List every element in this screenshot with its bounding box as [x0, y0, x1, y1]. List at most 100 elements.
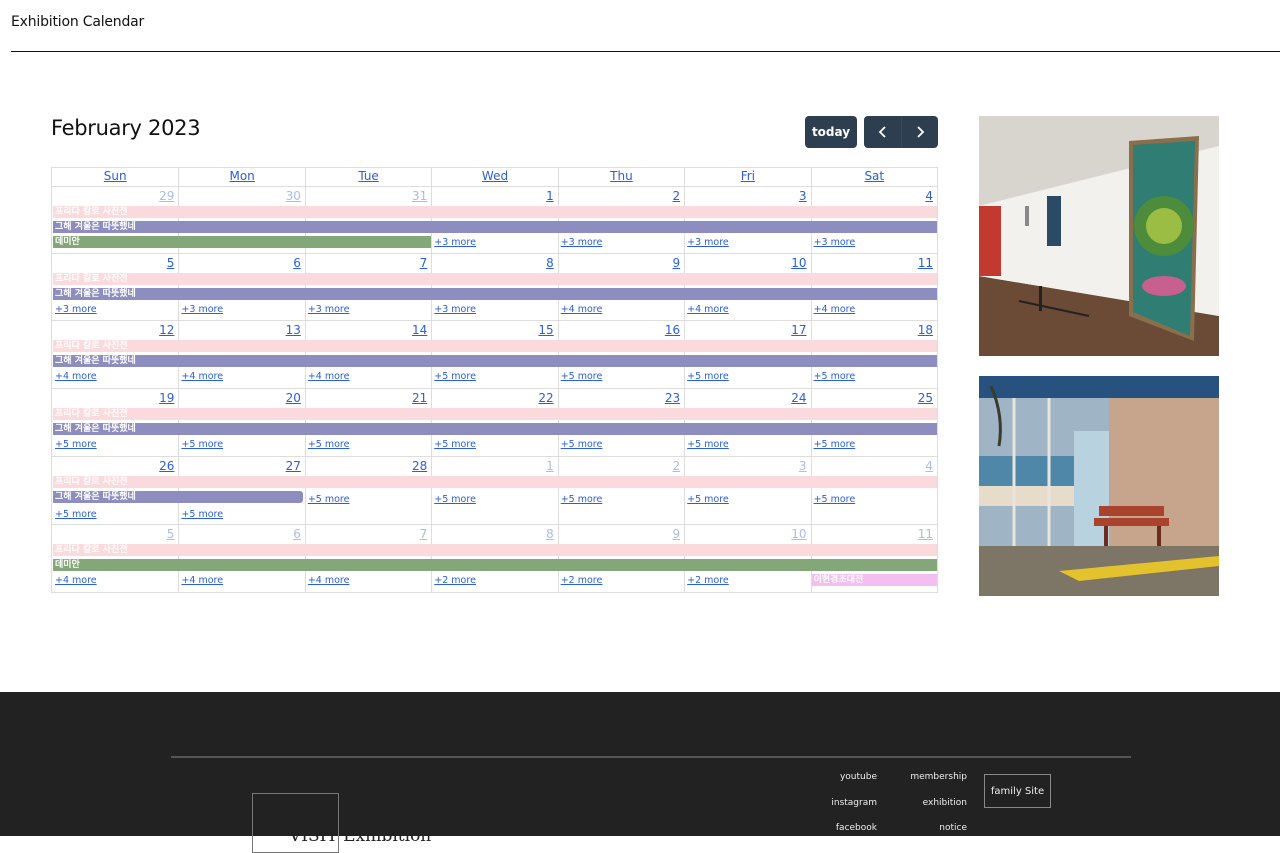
- calendar-event[interactable]: 그해 겨울은 따뜻했네: [53, 355, 937, 367]
- day-number-link[interactable]: 1: [546, 189, 554, 203]
- day-number-link[interactable]: 31: [412, 189, 427, 203]
- day-number-link[interactable]: 23: [665, 391, 680, 405]
- more-events-link[interactable]: +3 more: [561, 237, 603, 249]
- day-number-link[interactable]: 4: [925, 459, 933, 473]
- more-events-link[interactable]: +4 more: [55, 575, 97, 587]
- day-number-link[interactable]: 25: [918, 391, 933, 405]
- footer-link-membership[interactable]: membership: [905, 772, 967, 782]
- calendar-event[interactable]: 프리다 칼로 사진전: [53, 408, 937, 420]
- footer-link-youtube[interactable]: youtube: [830, 772, 877, 782]
- more-events-link[interactable]: +3 more: [814, 237, 856, 249]
- more-events-link[interactable]: +5 more: [434, 371, 476, 383]
- day-number-link[interactable]: 5: [167, 256, 175, 270]
- day-number-link[interactable]: 4: [925, 189, 933, 203]
- calendar-event[interactable]: 그해 겨울은 따뜻했네: [53, 288, 937, 300]
- weekday-link[interactable]: Thu: [610, 169, 633, 183]
- day-number-link[interactable]: 7: [420, 256, 428, 270]
- more-events-link[interactable]: +5 more: [434, 439, 476, 451]
- calendar-event[interactable]: 데미안: [53, 236, 432, 248]
- more-events-link[interactable]: +4 more: [181, 575, 223, 587]
- more-events-link[interactable]: +4 more: [308, 575, 350, 587]
- more-events-link[interactable]: +3 more: [434, 304, 476, 316]
- more-events-link[interactable]: +5 more: [687, 439, 729, 451]
- more-events-link[interactable]: +5 more: [561, 494, 603, 506]
- weekday-link[interactable]: Sun: [104, 169, 127, 183]
- more-events-link[interactable]: +5 more: [181, 509, 223, 521]
- day-number-link[interactable]: 28: [412, 459, 427, 473]
- day-number-link[interactable]: 21: [412, 391, 427, 405]
- day-number-link[interactable]: 24: [791, 391, 806, 405]
- more-events-link[interactable]: +5 more: [308, 494, 350, 506]
- prev-month-button[interactable]: [864, 116, 901, 148]
- more-events-link[interactable]: +4 more: [561, 304, 603, 316]
- day-number-link[interactable]: 18: [918, 323, 933, 337]
- day-number-link[interactable]: 8: [546, 527, 554, 541]
- footer-link-notice[interactable]: notice: [905, 823, 967, 833]
- more-events-link[interactable]: +4 more: [308, 371, 350, 383]
- day-number-link[interactable]: 5: [167, 527, 175, 541]
- calendar-event[interactable]: 데미안: [53, 559, 937, 571]
- calendar-event[interactable]: 그해 겨울은 따뜻했네: [53, 221, 937, 233]
- day-number-link[interactable]: 29: [159, 189, 174, 203]
- more-events-link[interactable]: +2 more: [434, 575, 476, 587]
- calendar-event[interactable]: 프리다 칼로 사진전: [53, 340, 937, 352]
- day-number-link[interactable]: 11: [918, 256, 933, 270]
- more-events-link[interactable]: +5 more: [561, 371, 603, 383]
- day-number-link[interactable]: 10: [791, 527, 806, 541]
- more-events-link[interactable]: +4 more: [814, 304, 856, 316]
- day-number-link[interactable]: 20: [286, 391, 301, 405]
- more-events-link[interactable]: +5 more: [308, 439, 350, 451]
- more-events-link[interactable]: +5 more: [687, 371, 729, 383]
- more-events-link[interactable]: +5 more: [814, 439, 856, 451]
- weekday-link[interactable]: Mon: [229, 169, 254, 183]
- more-events-link[interactable]: +2 more: [687, 575, 729, 587]
- footer-link-instagram[interactable]: instagram: [820, 798, 877, 808]
- more-events-link[interactable]: +5 more: [561, 439, 603, 451]
- more-events-link[interactable]: +4 more: [181, 371, 223, 383]
- calendar-event[interactable]: 프리다 칼로 사진전: [53, 206, 937, 218]
- more-events-link[interactable]: +5 more: [55, 509, 97, 521]
- day-number-link[interactable]: 14: [412, 323, 427, 337]
- calendar-event[interactable]: 그해 겨울은 따뜻했네: [53, 423, 937, 435]
- calendar-event[interactable]: 프리다 칼로 사진전: [53, 273, 937, 285]
- day-number-link[interactable]: 13: [286, 323, 301, 337]
- footer-link-facebook[interactable]: facebook: [820, 823, 877, 833]
- day-number-link[interactable]: 2: [673, 459, 681, 473]
- weekday-link[interactable]: Wed: [482, 169, 508, 183]
- day-number-link[interactable]: 3: [799, 459, 807, 473]
- more-events-link[interactable]: +3 more: [55, 304, 97, 316]
- day-number-link[interactable]: 11: [918, 527, 933, 541]
- weekday-link[interactable]: Fri: [741, 169, 755, 183]
- day-number-link[interactable]: 6: [293, 527, 301, 541]
- day-number-link[interactable]: 22: [538, 391, 553, 405]
- calendar-event[interactable]: 이현경초대전: [811, 574, 937, 586]
- day-number-link[interactable]: 17: [791, 323, 806, 337]
- more-events-link[interactable]: +5 more: [181, 439, 223, 451]
- day-number-link[interactable]: 15: [538, 323, 553, 337]
- day-number-link[interactable]: 8: [546, 256, 554, 270]
- family-site-button[interactable]: family Site: [984, 774, 1051, 808]
- more-events-link[interactable]: +2 more: [561, 575, 603, 587]
- day-number-link[interactable]: 26: [159, 459, 174, 473]
- calendar-event[interactable]: 그해 겨울은 따뜻했네: [53, 491, 303, 503]
- day-number-link[interactable]: 1: [546, 459, 554, 473]
- more-events-link[interactable]: +3 more: [308, 304, 350, 316]
- more-events-link[interactable]: +5 more: [687, 494, 729, 506]
- more-events-link[interactable]: +4 more: [55, 371, 97, 383]
- day-number-link[interactable]: 7: [420, 527, 428, 541]
- more-events-link[interactable]: +3 more: [181, 304, 223, 316]
- more-events-link[interactable]: +5 more: [814, 371, 856, 383]
- more-events-link[interactable]: +5 more: [55, 439, 97, 451]
- day-number-link[interactable]: 30: [286, 189, 301, 203]
- today-button[interactable]: today: [805, 116, 857, 148]
- more-events-link[interactable]: +4 more: [687, 304, 729, 316]
- footer-link-exhibition[interactable]: exhibition: [905, 798, 967, 808]
- more-events-link[interactable]: +5 more: [814, 494, 856, 506]
- day-number-link[interactable]: 9: [673, 527, 681, 541]
- calendar-event[interactable]: 프리다 칼로 사진전: [53, 544, 937, 556]
- day-number-link[interactable]: 3: [799, 189, 807, 203]
- day-number-link[interactable]: 10: [791, 256, 806, 270]
- day-number-link[interactable]: 16: [665, 323, 680, 337]
- weekday-link[interactable]: Tue: [358, 169, 379, 183]
- day-number-link[interactable]: 12: [159, 323, 174, 337]
